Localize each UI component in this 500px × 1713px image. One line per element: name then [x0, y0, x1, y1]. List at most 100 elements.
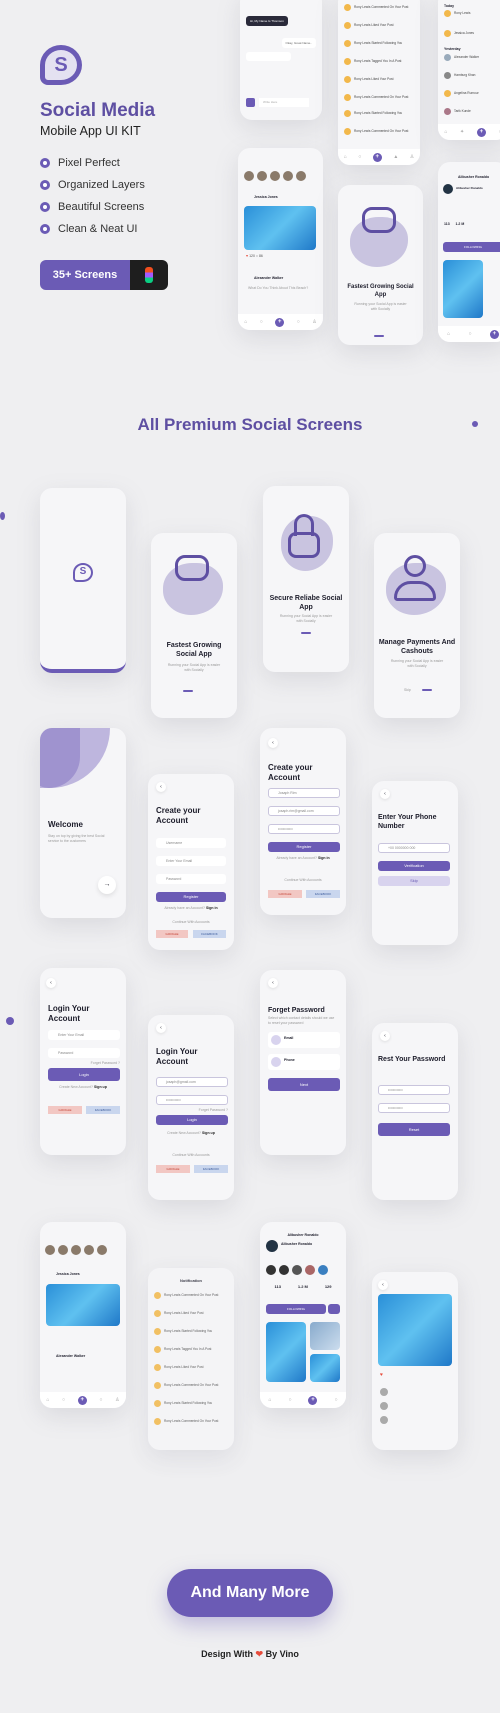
register-button[interactable]: Register: [156, 892, 226, 902]
phone-field[interactable]: +00 0000000 000: [378, 843, 450, 853]
notification-item[interactable]: Rony Lewis Commented On Your Post: [344, 92, 414, 102]
login-screen: ‹ Login Your Account Enter Your Email Pa…: [40, 968, 126, 1155]
facebook-button[interactable]: FACEBOOK: [86, 1106, 120, 1114]
post-image[interactable]: [378, 1294, 452, 1366]
sign-in-link[interactable]: Sign in: [206, 906, 218, 910]
back-button[interactable]: ‹: [156, 1023, 166, 1033]
confirm-password-field[interactable]: ••••••••••••: [378, 1103, 450, 1113]
stories-row[interactable]: [45, 1242, 110, 1260]
activity-screen: Today Rony Lewis Jessica Jones Yesterday…: [438, 0, 500, 140]
register-button[interactable]: Register: [268, 842, 340, 852]
post-image[interactable]: [46, 1284, 120, 1326]
notification-item[interactable]: Rony Lewis Tagged You In A Post: [344, 56, 414, 66]
onboarding-1: Fastest Growing Social App Running your …: [151, 533, 237, 718]
google-button[interactable]: GOOGLE: [268, 890, 302, 898]
notification-item[interactable]: Rony Lewis Liked Your Post: [154, 1362, 228, 1372]
bottom-nav[interactable]: ⌂ ○ + ○ ♙: [238, 314, 323, 330]
notification-item[interactable]: Rony Lewis Liked Your Post: [344, 20, 414, 30]
notification-item[interactable]: Rony Lewis Started Following You: [154, 1398, 228, 1408]
check-icon: [40, 180, 50, 191]
following-button[interactable]: FOLLOWING: [443, 242, 500, 252]
facebook-button[interactable]: FACEBOOK: [306, 890, 340, 898]
back-button[interactable]: ‹: [46, 978, 56, 988]
notification-item[interactable]: Rony Lewis Commented On Your Post: [154, 1290, 228, 1300]
username-field[interactable]: Username: [156, 838, 226, 848]
google-button[interactable]: GOOGLE: [156, 930, 188, 938]
bottom-nav[interactable]: ⌂ ○ +: [438, 326, 500, 342]
login-button[interactable]: Login: [48, 1068, 120, 1081]
voice-message[interactable]: [246, 52, 291, 61]
google-button[interactable]: GOOGLE: [156, 1165, 190, 1173]
email-field[interactable]: Enter Your Email: [156, 856, 226, 866]
notifications-screen: Rony Lewis Commented On Your Post Rony L…: [338, 0, 420, 165]
sign-in-link[interactable]: Sign in: [318, 856, 330, 860]
notification-item[interactable]: Rony Lewis Started Following You: [154, 1326, 228, 1336]
bottom-nav[interactable]: ⌂ ○ + ▲ ♙: [338, 149, 420, 165]
feature-item: Pixel Perfect: [40, 152, 210, 174]
like-icon[interactable]: ♥: [380, 1372, 383, 1378]
avatar: [443, 184, 453, 194]
notification-item[interactable]: Rony Lewis Started Following You: [344, 38, 414, 48]
new-password-field[interactable]: ••••••••••••: [378, 1085, 450, 1095]
back-button[interactable]: ‹: [156, 782, 166, 792]
phone-option[interactable]: Phone: [268, 1054, 340, 1070]
notification-item[interactable]: Rony Lewis Commented On Your Post: [154, 1380, 228, 1390]
notification-item[interactable]: Rony Lewis Commented On Your Post: [154, 1416, 228, 1426]
skip-button[interactable]: Skip: [404, 688, 411, 693]
activity-item[interactable]: Hamburg Khan: [444, 70, 500, 80]
feed-screen-2: Jessica Jones Alexander Walker ⌂ ○ + ○ ♙: [40, 1222, 126, 1408]
back-button[interactable]: ‹: [378, 1280, 388, 1290]
and-many-more-button[interactable]: And Many More: [167, 1569, 333, 1617]
credit-footer: Design With ❤ By Vino: [201, 1649, 299, 1659]
message-button[interactable]: [328, 1304, 340, 1314]
notification-item[interactable]: Rony Lewis Started Following You: [344, 108, 414, 118]
activity-item[interactable]: Jessica Jones: [444, 28, 500, 38]
notification-item[interactable]: Rony Lewis Liked Your Post: [154, 1308, 228, 1318]
verification-button[interactable]: Verification: [378, 861, 450, 871]
email-field[interactable]: josaph@gmail.com: [156, 1077, 228, 1087]
reset-button[interactable]: Reset: [378, 1123, 450, 1136]
password-field[interactable]: ••••••••••••: [156, 1095, 228, 1105]
sign-up-link[interactable]: Sign up: [202, 1131, 215, 1135]
back-button[interactable]: ‹: [268, 978, 278, 988]
bottom-nav[interactable]: ⌂ ○ + ○: [260, 1392, 346, 1408]
activity-item[interactable]: Alexander Walker: [444, 52, 500, 62]
facebook-button[interactable]: FACEBOOK: [193, 930, 226, 938]
next-arrow-button[interactable]: →: [98, 876, 116, 894]
hero: S Social Media Mobile App UI KIT Pixel P…: [40, 45, 210, 290]
notification-item[interactable]: Rony Lewis Liked Your Post: [344, 74, 414, 84]
bottom-nav[interactable]: ⌂✦+○: [438, 124, 500, 140]
sign-up-link[interactable]: Sign up: [94, 1085, 107, 1089]
password-field[interactable]: ••••••••••••: [268, 824, 340, 834]
mic-button[interactable]: [246, 98, 255, 107]
following-button[interactable]: FOLLOWING: [266, 1304, 326, 1314]
password-field[interactable]: Password: [48, 1048, 120, 1058]
message-input[interactable]: Write Here: [259, 98, 309, 107]
profile-preview: Alibusher Ronaldo Alibusher Ronaldo 113 …: [438, 162, 500, 342]
stories-row[interactable]: [244, 168, 309, 186]
activity-item[interactable]: Tarik Kunde: [444, 106, 500, 116]
password-field[interactable]: Password: [156, 874, 226, 884]
email-field[interactable]: Enter Your Email: [48, 1030, 120, 1040]
notification-item[interactable]: Rony Lewis Tagged You In A Post: [154, 1344, 228, 1354]
activity-item[interactable]: Rony Lewis: [444, 8, 500, 18]
google-button[interactable]: GOOGLE: [48, 1106, 82, 1114]
back-button[interactable]: ‹: [380, 1031, 390, 1041]
next-button[interactable]: Next: [268, 1078, 340, 1091]
activity-item[interactable]: Angelina Rumour: [444, 88, 500, 98]
notification-item[interactable]: Rony Lewis Commented On Your Post: [344, 126, 414, 136]
email-field[interactable]: josaph.rim@gmail.com: [268, 806, 340, 816]
forgot-password-link[interactable]: Forget Password ?: [199, 1108, 228, 1113]
forgot-password-link[interactable]: Forget Password ?: [91, 1061, 120, 1066]
highlights-row[interactable]: [266, 1262, 331, 1280]
facebook-button[interactable]: FACEBOOK: [194, 1165, 228, 1173]
post-image[interactable]: [244, 206, 316, 250]
back-button[interactable]: ‹: [268, 738, 278, 748]
username-field[interactable]: Josaph Rim: [268, 788, 340, 798]
email-option[interactable]: Email: [268, 1032, 340, 1048]
notification-item[interactable]: Rony Lewis Commented On Your Post: [344, 2, 414, 12]
back-button[interactable]: ‹: [380, 789, 390, 799]
login-button[interactable]: Login: [156, 1115, 228, 1125]
bottom-nav[interactable]: ⌂ ○ + ○ ♙: [40, 1392, 126, 1408]
skip-button[interactable]: Skip: [378, 876, 450, 886]
